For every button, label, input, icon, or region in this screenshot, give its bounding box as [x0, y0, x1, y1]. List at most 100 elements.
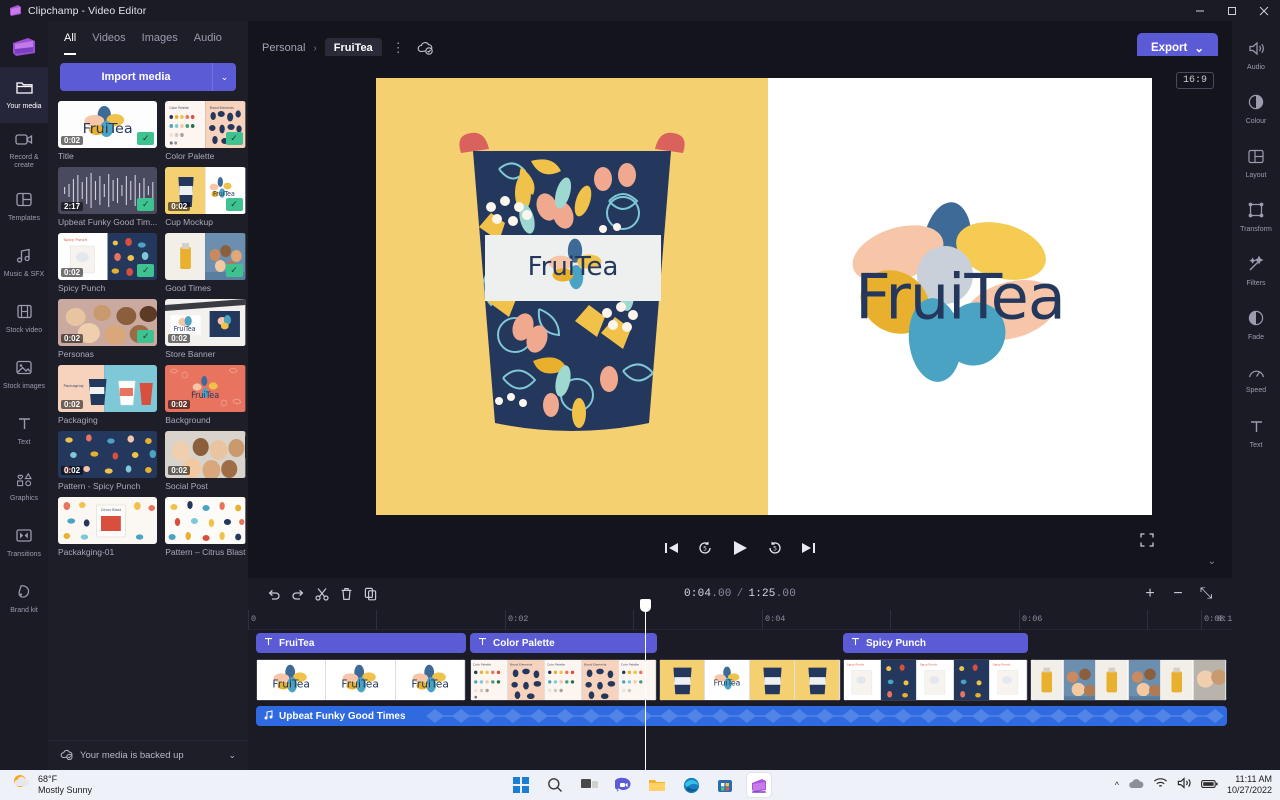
fullscreen-button[interactable] [1140, 533, 1154, 552]
media-item[interactable]: Citrus Blast Packakging-01 [58, 497, 157, 557]
store-button[interactable] [713, 773, 737, 797]
skip-to-end-button[interactable] [801, 541, 816, 555]
media-item[interactable]: 0:02 Social Post [165, 431, 245, 491]
media-thumbnail[interactable]: 2:17 ✓ [58, 167, 157, 214]
split-button[interactable] [310, 583, 334, 605]
media-item[interactable]: FruiTea 0:02 Store Banner [165, 299, 245, 359]
media-thumbnail[interactable] [165, 497, 245, 544]
maximize-button[interactable] [1216, 0, 1248, 21]
media-thumbnail[interactable]: FruiTea 0:02 [165, 299, 245, 346]
media-thumbnail[interactable]: ✓ [165, 233, 245, 280]
video-clip-cup-mockup[interactable]: FruiTea [659, 659, 841, 701]
tab-all[interactable]: All [64, 32, 76, 55]
sidebar-item-stock-video[interactable]: Stock video [0, 291, 48, 347]
aspect-ratio-button[interactable]: 16:9 [1176, 72, 1214, 89]
taskbar-clock[interactable]: 11:11 AM 10/27/2022 [1227, 774, 1272, 796]
playhead-handle[interactable] [640, 599, 651, 612]
tab-videos[interactable]: Videos [92, 32, 125, 55]
tool-text[interactable]: Text [1232, 407, 1280, 461]
edge-button[interactable] [679, 773, 703, 797]
skip-to-start-button[interactable] [664, 541, 679, 555]
tool-filters[interactable]: Filters [1232, 245, 1280, 299]
media-item[interactable]: Pattern – Citrus Blast [165, 497, 245, 557]
tool-layout[interactable]: Layout [1232, 137, 1280, 191]
onedrive-cloud-icon[interactable] [1128, 776, 1144, 794]
media-item[interactable]: Color Palette Brand Elements [165, 101, 245, 161]
file-explorer-button[interactable] [645, 773, 669, 797]
tool-fade[interactable]: Fade [1232, 299, 1280, 353]
sidebar-item-music-sfx[interactable]: Music & SFX [0, 235, 48, 291]
media-thumbnail[interactable]: FruiTea 0:02 ✓ [165, 167, 245, 214]
sidebar-item-transitions[interactable]: Transitions [0, 515, 48, 571]
play-button[interactable] [731, 539, 749, 557]
delete-button[interactable] [334, 583, 358, 605]
text-clip[interactable]: Color Palette [470, 633, 657, 653]
task-view-button[interactable] [577, 773, 601, 797]
tab-audio[interactable]: Audio [194, 32, 222, 55]
tab-images[interactable]: Images [142, 32, 178, 55]
text-clip[interactable]: Spicy Punch [843, 633, 1028, 653]
tool-speed[interactable]: Speed [1232, 353, 1280, 407]
undo-button[interactable] [262, 583, 286, 605]
import-media-dropdown[interactable]: ⌄ [212, 63, 236, 91]
tool-colour[interactable]: Colour [1232, 83, 1280, 137]
close-button[interactable] [1248, 0, 1280, 21]
zoom-fit-button[interactable]: ⤡ [1194, 583, 1218, 605]
media-item[interactable]: ✓ Good Times [165, 233, 245, 293]
volume-icon[interactable] [1177, 776, 1192, 794]
sidebar-item-templates[interactable]: Templates [0, 179, 48, 235]
media-item[interactable]: Packaging 0:02 Packaging [58, 365, 157, 425]
sidebar-item-brand-kit[interactable]: Brand kit [0, 571, 48, 627]
media-thumbnail[interactable]: Color Palette Brand Elements [165, 101, 245, 148]
project-more-menu-button[interactable]: ⋮ [392, 40, 405, 56]
video-preview-canvas[interactable]: FruiTea FruiTea [376, 78, 1152, 515]
timeline-playhead[interactable] [645, 609, 646, 770]
media-item[interactable]: FruiTea 0:02 ✓ Title [58, 101, 157, 161]
breadcrumb-current-project[interactable]: FruiTea [325, 38, 382, 58]
backup-status-bar[interactable]: Your media is backed up ⌄ [48, 740, 248, 770]
media-item[interactable]: 0:02 ✓ Personas [58, 299, 157, 359]
media-item[interactable]: FruiTea 0:02 Background [165, 365, 245, 425]
media-thumbnail[interactable]: 0:02 [165, 431, 245, 478]
video-clip-spicy-punch[interactable]: Spicy Punch Spicy Punch [843, 659, 1028, 701]
media-thumbnail[interactable]: FruiTea 0:02 ✓ [58, 101, 157, 148]
sidebar-item-stock-images[interactable]: Stock images [0, 347, 48, 403]
search-button[interactable] [543, 773, 567, 797]
wifi-icon[interactable] [1153, 776, 1168, 794]
sidebar-item-text[interactable]: Text [0, 403, 48, 459]
video-clip-title[interactable]: FruiTea FruiTea FruiTea [256, 659, 466, 701]
sidebar-item-record-create[interactable]: Record & create [0, 123, 48, 179]
media-thumbnail[interactable]: Spicy Punch 0:02 ✓ [58, 233, 157, 280]
audio-clip[interactable]: Upbeat Funky Good Times [256, 706, 1227, 726]
chat-button[interactable] [611, 773, 635, 797]
text-clip[interactable]: FruiTea [256, 633, 466, 653]
battery-icon[interactable] [1201, 776, 1218, 794]
timeline-ruler[interactable]: 0 0:02 0:04 0:06 0:08 0:1 [248, 610, 1232, 630]
forward-5s-button[interactable]: 5 [767, 540, 783, 556]
start-button[interactable] [509, 773, 533, 797]
cloud-saved-icon[interactable] [417, 41, 434, 55]
duplicate-button[interactable] [358, 583, 382, 605]
weather-widget[interactable]: 68°F Mostly Sunny [0, 773, 92, 797]
tray-expand-chevron-icon[interactable]: ^ [1115, 780, 1119, 790]
collapse-stage-chevron-icon[interactable]: ⌄ [1208, 556, 1216, 567]
media-thumbnail[interactable]: 0:02 ✓ [58, 299, 157, 346]
chevron-down-icon[interactable]: ⌄ [228, 750, 236, 761]
sidebar-item-graphics[interactable]: Graphics [0, 459, 48, 515]
clipchamp-taskbar-button[interactable] [747, 773, 771, 797]
tool-transform[interactable]: Transform [1232, 191, 1280, 245]
video-clip-color-palette[interactable]: Color Palette Brand Elements [470, 659, 657, 701]
video-clip-good-times[interactable] [1030, 659, 1227, 701]
redo-button[interactable] [286, 583, 310, 605]
breadcrumb-root[interactable]: Personal [262, 42, 305, 54]
import-media-button[interactable]: Import media [60, 63, 212, 91]
zoom-out-button[interactable]: − [1166, 583, 1190, 605]
media-thumbnail[interactable]: FruiTea 0:02 [165, 365, 245, 412]
media-item[interactable]: 2:17 ✓ Upbeat Funky Good Tim... [58, 167, 157, 227]
media-item[interactable]: Spicy Punch 0:02 ✓ Spicy Punch [58, 233, 157, 293]
media-item[interactable]: FruiTea 0:02 ✓ Cup Mockup [165, 167, 245, 227]
tool-audio[interactable]: Audio [1232, 29, 1280, 83]
sidebar-item-your-media[interactable]: Your media [0, 67, 48, 123]
media-item[interactable]: 0:02 Pattern - Spicy Punch [58, 431, 157, 491]
minimize-button[interactable] [1184, 0, 1216, 21]
